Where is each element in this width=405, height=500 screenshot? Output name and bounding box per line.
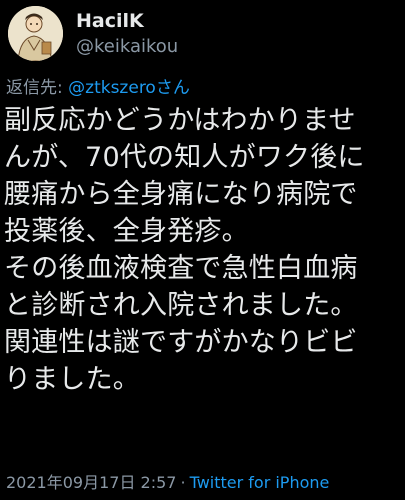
tweet-text-line: 関連性は謎ですがかなりビビ	[4, 327, 358, 358]
meta-separator: ·	[180, 473, 186, 492]
tweet-card: HacilK @keikaikou 返信先: @ztkszeroさん 副反応かど…	[0, 0, 405, 500]
avatar[interactable]	[8, 6, 63, 61]
tweet-source-link[interactable]: Twitter for iPhone	[190, 473, 330, 492]
tweet-text-line: んが、70代の知人がワク後に	[4, 142, 365, 173]
user-avatar-illustration-icon	[8, 6, 63, 61]
tweet-text-line: と診断され入院されました。	[4, 290, 358, 321]
display-name[interactable]: HacilK	[76, 10, 144, 32]
reply-prefix: 返信先:	[6, 78, 69, 98]
reply-context: 返信先: @ztkszeroさん	[6, 73, 190, 98]
reply-target-link[interactable]: @ztkszeroさん	[68, 78, 190, 98]
tweet-text-line: 腰痛から全身痛になり病院で	[4, 179, 358, 210]
user-handle[interactable]: @keikaikou	[76, 36, 178, 57]
tweet-meta: 2021年09月17日 2:57 · Twitter for iPhone	[6, 469, 329, 493]
tweet-text-line: 副反応かどうかはわかりませ	[4, 105, 356, 136]
tweet-text-line: りました。	[4, 364, 140, 395]
tweet-text: 副反応かどうかはわかりませ んが、70代の知人がワク後に 腰痛から全身痛になり病…	[4, 102, 402, 398]
tweet-timestamp[interactable]: 2021年09月17日 2:57	[6, 473, 176, 492]
tweet-text-line: 投薬後、全身発疹。	[4, 216, 249, 247]
tweet-text-line: その後血液検査で急性白血病	[4, 253, 358, 284]
